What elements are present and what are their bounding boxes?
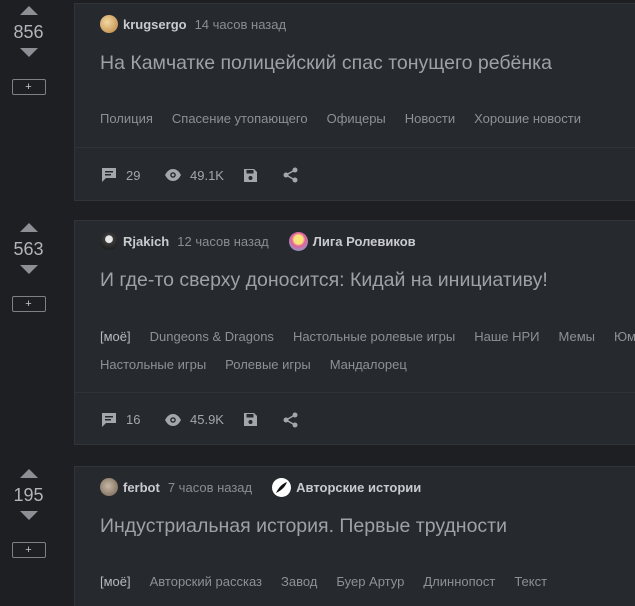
- share-icon: [283, 412, 298, 427]
- tag-mine[interactable]: [моё]: [100, 574, 131, 589]
- tag[interactable]: Настольные игры: [100, 357, 206, 372]
- add-button[interactable]: +: [11, 79, 46, 95]
- tag[interactable]: Длиннопост: [423, 574, 495, 589]
- tag[interactable]: Буер Артур: [336, 574, 404, 589]
- save-icon: [244, 168, 257, 182]
- tag[interactable]: Ролевые игры: [225, 357, 311, 372]
- tag[interactable]: Авторский рассказ: [150, 574, 262, 589]
- post-time: 12 часов назад: [177, 233, 269, 249]
- tag[interactable]: Юмор: [614, 329, 635, 344]
- vote-down-icon[interactable]: [19, 265, 38, 274]
- tag[interactable]: Завод: [281, 574, 317, 589]
- post-title[interactable]: На Камчатке полицейский спас тонущего ре…: [100, 52, 552, 75]
- tag[interactable]: Мандалорец: [330, 357, 407, 372]
- comments-icon: [102, 412, 116, 427]
- tag-list: [моё] Dungeons & Dragons Настольные роле…: [100, 329, 635, 344]
- post-title[interactable]: Индустриальная история. Первые трудности: [100, 515, 507, 538]
- post-card: krugsergo 14 часов назад На Камчатке пол…: [74, 3, 635, 201]
- views-stat: 45.9K: [164, 393, 224, 446]
- community-name[interactable]: Авторские истории: [296, 480, 421, 495]
- views-count: 45.9K: [190, 412, 224, 427]
- post-title[interactable]: И где-то сверху доносится: Кидай на иниц…: [100, 269, 548, 292]
- post-meta: Rjakich 12 часов назад Лига Ролевиков: [100, 231, 416, 251]
- vote-down-icon[interactable]: [19, 48, 38, 57]
- comments-stat[interactable]: 16: [100, 393, 140, 446]
- vote-column: 856 +: [0, 6, 57, 95]
- tag-list: Настольные игры Ролевые игры Мандалорец: [100, 357, 426, 372]
- rating-value: 195: [13, 485, 44, 505]
- comments-count: 16: [126, 412, 141, 427]
- comments-count: 29: [126, 167, 141, 183]
- community-icon[interactable]: [288, 231, 308, 251]
- tag[interactable]: Офицеры: [327, 111, 386, 126]
- author-name[interactable]: krugsergo: [123, 17, 187, 32]
- author-name[interactable]: Rjakich: [123, 234, 169, 249]
- views-icon: [165, 413, 181, 426]
- community-name[interactable]: Лига Ролевиков: [313, 234, 416, 249]
- comments-icon: [102, 168, 116, 182]
- vote-column: 563 +: [0, 223, 57, 312]
- post-time: 14 часов назад: [194, 16, 287, 32]
- tag[interactable]: Спасение утопающего: [172, 111, 308, 126]
- tag[interactable]: Текст: [514, 574, 547, 589]
- tag[interactable]: Dungeons & Dragons: [150, 329, 274, 344]
- post-footer: 16 45.9K: [75, 392, 635, 446]
- share-icon: [283, 167, 298, 183]
- tag-list: Полиция Спасение утопающего Офицеры Ново…: [100, 111, 600, 126]
- save-button[interactable]: [243, 148, 258, 202]
- tag[interactable]: Настольные ролевые игры: [293, 329, 455, 344]
- post-meta: ferbot 7 часов назад Авторские истории: [100, 477, 421, 497]
- save-icon: [244, 413, 257, 426]
- community-icon[interactable]: [272, 477, 292, 497]
- feather-icon: [276, 481, 288, 493]
- post-time: 7 часов назад: [167, 479, 253, 495]
- post-card: ferbot 7 часов назад Авторские истории И…: [74, 466, 635, 606]
- author-name[interactable]: ferbot: [123, 480, 160, 495]
- tag[interactable]: Новости: [405, 111, 455, 126]
- add-button[interactable]: +: [11, 296, 46, 312]
- avatar[interactable]: [100, 15, 118, 33]
- views-icon: [165, 169, 181, 181]
- vote-column: 195 +: [0, 469, 57, 558]
- tag-mine[interactable]: [моё]: [100, 329, 131, 344]
- vote-up-icon[interactable]: [19, 6, 38, 15]
- rating-value: 856: [13, 22, 44, 42]
- post-footer: 29 49.1K: [75, 147, 635, 202]
- tag[interactable]: Хорошие новости: [474, 111, 581, 126]
- views-stat: 49.1K: [164, 148, 224, 202]
- save-button[interactable]: [243, 393, 258, 446]
- vote-up-icon[interactable]: [19, 223, 38, 232]
- share-button[interactable]: [283, 393, 298, 446]
- post-meta: krugsergo 14 часов назад: [100, 14, 286, 34]
- avatar[interactable]: [100, 478, 118, 496]
- avatar[interactable]: [100, 232, 118, 250]
- tag-list: [моё] Авторский рассказ Завод Буер Артур…: [100, 574, 566, 589]
- add-button[interactable]: +: [11, 542, 46, 558]
- vote-up-icon[interactable]: [19, 469, 38, 478]
- post-card: Rjakich 12 часов назад Лига Ролевиков И …: [74, 220, 635, 445]
- comments-stat[interactable]: 29: [100, 148, 140, 202]
- tag[interactable]: Полиция: [100, 111, 153, 126]
- vote-down-icon[interactable]: [19, 511, 38, 520]
- share-button[interactable]: [283, 148, 298, 202]
- rating-value: 563: [13, 239, 44, 259]
- tag[interactable]: Мемы: [559, 329, 596, 344]
- tag[interactable]: Наше НРИ: [474, 329, 539, 344]
- views-count: 49.1K: [190, 167, 224, 183]
